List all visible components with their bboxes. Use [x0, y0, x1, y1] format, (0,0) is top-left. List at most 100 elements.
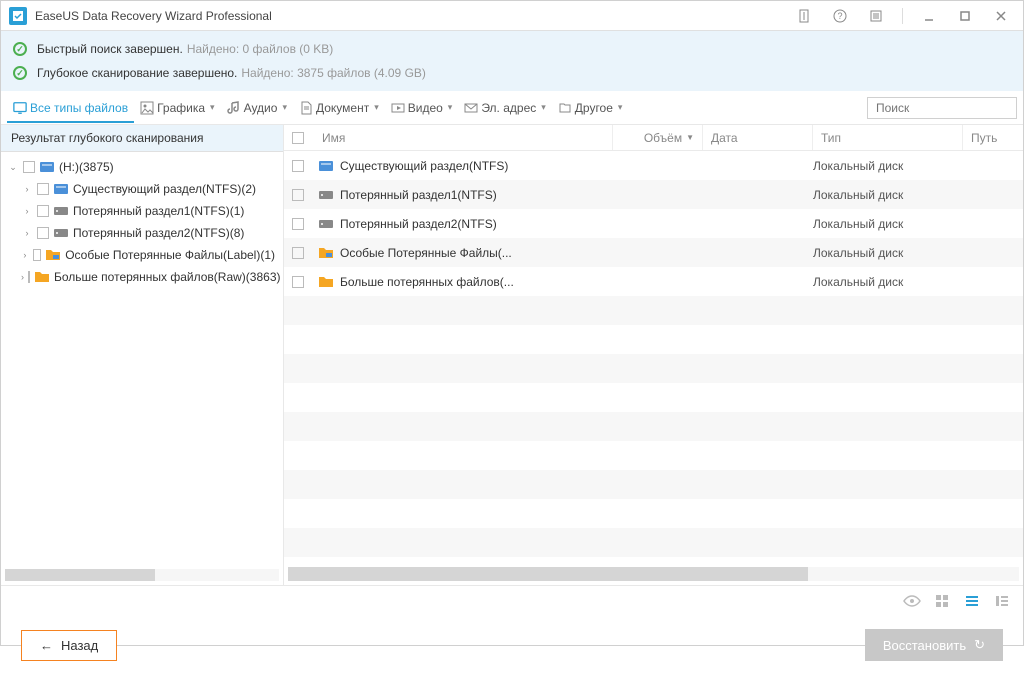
list-view-button[interactable] [963, 592, 981, 610]
checkbox[interactable] [37, 227, 49, 239]
table-scrollbar[interactable] [288, 567, 1019, 581]
tree-item[interactable]: › Потерянный раздел1(NTFS)(1) [5, 200, 279, 222]
checkbox[interactable] [28, 271, 30, 283]
checkbox[interactable] [292, 189, 304, 201]
collapse-icon[interactable]: ⌄ [7, 161, 19, 173]
checkbox[interactable] [37, 183, 49, 195]
preview-button[interactable] [903, 592, 921, 610]
col-type[interactable]: Тип [813, 125, 963, 150]
sort-desc-icon: ▼ [686, 133, 694, 142]
row-name: Существующий раздел(NTFS) [340, 159, 508, 173]
row-icon [318, 245, 334, 261]
tree-item[interactable]: › Особые Потерянные Файлы(Label)(1) [5, 244, 279, 266]
expand-icon[interactable]: › [21, 249, 29, 261]
table-row[interactable]: Больше потерянных файлов(...Локальный ди… [284, 267, 1023, 296]
row-name: Больше потерянных файлов(... [340, 275, 514, 289]
document-icon [299, 101, 313, 115]
filter-label: Все типы файлов [30, 101, 128, 115]
search-box[interactable] [867, 97, 1017, 119]
monitor-icon [13, 101, 27, 115]
tree-root[interactable]: ⌄ (H:)(3875) [5, 156, 279, 178]
hdd-icon [53, 203, 69, 219]
back-button[interactable]: ← Назад [21, 630, 117, 661]
recover-button[interactable]: Восстановить ↻ [865, 629, 1003, 661]
detail-view-button[interactable] [993, 592, 1011, 610]
filter-label: Другое [575, 101, 613, 115]
checkbox[interactable] [23, 161, 35, 173]
filter-label: Аудио [244, 101, 278, 115]
status-quick-label: Быстрый поиск завершен. [37, 42, 183, 56]
filter-video[interactable]: Видео ▾ [385, 97, 459, 119]
row-icon [318, 216, 334, 232]
chevron-down-icon: ▾ [210, 102, 215, 113]
expand-icon[interactable]: › [21, 227, 33, 239]
row-icon [318, 187, 334, 203]
checkbox[interactable] [292, 247, 304, 259]
chevron-down-icon: ▾ [541, 102, 546, 113]
menu-icon[interactable] [862, 2, 890, 30]
back-label: Назад [61, 638, 98, 653]
table-row[interactable]: Существующий раздел(NTFS)Локальный диск [284, 151, 1023, 180]
filter-toolbar: Все типы файлов Графика ▾ Аудио ▾ Докуме… [1, 91, 1023, 125]
filter-document[interactable]: Документ ▾ [293, 97, 385, 119]
row-name: Потерянный раздел2(NTFS) [340, 217, 497, 231]
pin-icon[interactable] [790, 2, 818, 30]
app-icon [9, 7, 27, 25]
tree-scrollbar[interactable] [5, 569, 279, 581]
row-icon [318, 274, 334, 290]
col-volume[interactable]: Объём▼ [613, 125, 703, 150]
filter-graphics[interactable]: Графика ▾ [134, 97, 220, 119]
checkbox[interactable] [292, 276, 304, 288]
check-icon [13, 66, 27, 80]
hdd-icon [53, 225, 69, 241]
row-type: Локальный диск [813, 217, 963, 231]
table-row-empty [284, 441, 1023, 470]
status-quick-detail: Найдено: 0 файлов (0 KB) [187, 42, 333, 56]
col-date[interactable]: Дата [703, 125, 813, 150]
row-icon [318, 158, 334, 174]
col-path[interactable]: Путь [963, 125, 1023, 150]
expand-icon[interactable]: › [21, 183, 33, 195]
audio-icon [227, 101, 241, 115]
tree-item[interactable]: › Существующий раздел(NTFS)(2) [5, 178, 279, 200]
filter-label: Видео [408, 101, 443, 115]
filter-all[interactable]: Все типы файлов [7, 97, 134, 123]
chevron-down-icon: ▾ [282, 102, 287, 113]
expand-icon[interactable]: › [21, 205, 33, 217]
col-name[interactable]: Имя [314, 125, 613, 150]
expand-icon[interactable]: › [21, 271, 24, 283]
checkbox[interactable] [33, 249, 41, 261]
maximize-button[interactable] [951, 2, 979, 30]
disk-icon [53, 181, 69, 197]
image-icon [140, 101, 154, 115]
help-icon[interactable]: ? [826, 2, 854, 30]
filter-other[interactable]: Другое ▾ [552, 97, 629, 119]
table-row-empty [284, 325, 1023, 354]
checkbox[interactable] [292, 160, 304, 172]
table-row[interactable]: Особые Потерянные Файлы(...Локальный дис… [284, 238, 1023, 267]
chevron-down-icon: ▾ [618, 102, 623, 113]
status-quick: Быстрый поиск завершен. Найдено: 0 файло… [13, 37, 1011, 61]
close-button[interactable] [987, 2, 1015, 30]
grid-view-button[interactable] [933, 592, 951, 610]
table-row[interactable]: Потерянный раздел1(NTFS)Локальный диск [284, 180, 1023, 209]
tree-item[interactable]: › Потерянный раздел2(NTFS)(8) [5, 222, 279, 244]
tree-header: Результат глубокого сканирования [1, 125, 283, 152]
table-row[interactable]: Потерянный раздел2(NTFS) Локальный диск [284, 209, 1023, 238]
minimize-button[interactable] [915, 2, 943, 30]
tree-item-label: Потерянный раздел1(NTFS)(1) [73, 204, 244, 218]
select-all-checkbox[interactable] [284, 125, 314, 150]
titlebar: EaseUS Data Recovery Wizard Professional… [1, 1, 1023, 31]
check-icon [13, 42, 27, 56]
row-type: Локальный диск [813, 188, 963, 202]
recover-label: Восстановить [883, 638, 966, 653]
reload-icon: ↻ [974, 637, 985, 653]
search-input[interactable] [876, 101, 1024, 115]
status-bar: Быстрый поиск завершен. Найдено: 0 файло… [1, 31, 1023, 91]
checkbox[interactable] [37, 205, 49, 217]
table-row-empty [284, 470, 1023, 499]
checkbox[interactable] [292, 218, 304, 230]
filter-email[interactable]: Эл. адрес ▾ [458, 97, 551, 119]
tree-item[interactable]: › Больше потерянных файлов(Raw)(3863) [5, 266, 279, 288]
filter-audio[interactable]: Аудио ▾ [221, 97, 293, 119]
